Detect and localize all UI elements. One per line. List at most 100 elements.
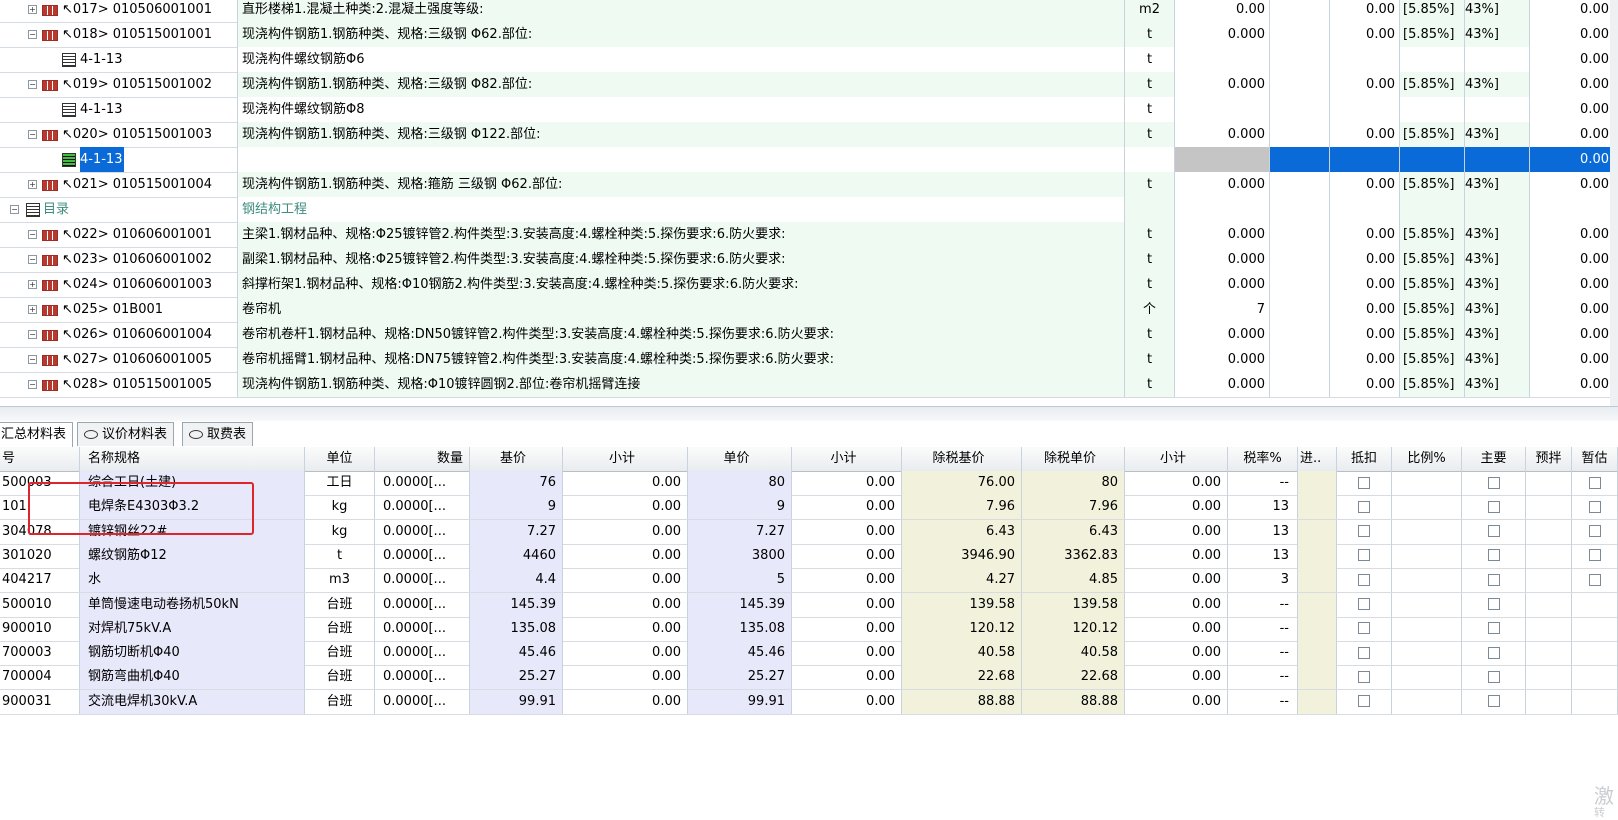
- estimate-checkbox[interactable]: [1588, 525, 1601, 538]
- item-rate-cell[interactable]: [5.85%]: [1400, 72, 1465, 97]
- mat-sub1-cell[interactable]: 0.00: [563, 519, 688, 544]
- mat-ratio-cell[interactable]: [1392, 641, 1462, 666]
- material-row[interactable]: 700003 钢筋切断机Φ40 台班 0.0000[... 45.46 0.00 45.46…: [0, 641, 1618, 667]
- mat-tax-base-cell[interactable]: 3946.90: [902, 543, 1022, 568]
- mat-tax-rate-cell[interactable]: 13: [1228, 495, 1298, 520]
- mat-sub2-cell[interactable]: 0.00: [792, 519, 902, 544]
- main-checkbox[interactable]: [1487, 670, 1500, 683]
- item-qty-cell[interactable]: [1175, 197, 1270, 222]
- mat-sub1-cell[interactable]: 0.00: [563, 543, 688, 568]
- mat-sub1-cell[interactable]: 0.00: [563, 471, 688, 495]
- mat-sub1-cell[interactable]: 0.00: [563, 616, 688, 641]
- item-blank-cell[interactable]: [1270, 0, 1330, 22]
- mat-name-cell[interactable]: 对焊机75kV.A: [80, 616, 305, 641]
- mat-sub1-cell[interactable]: 0.00: [563, 495, 688, 520]
- mat-premix-cell[interactable]: [1526, 641, 1572, 666]
- mat-ratio-cell[interactable]: [1392, 471, 1462, 495]
- item-name-cell[interactable]: 现浇构件螺纹钢筋Φ6: [238, 47, 1125, 72]
- item-last-cell[interactable]: 0.00: [1530, 72, 1618, 97]
- item-blank-cell[interactable]: [1270, 47, 1330, 72]
- mat-tax-rate-cell[interactable]: 13: [1228, 519, 1298, 544]
- mat-sub2-cell[interactable]: 0.00: [792, 471, 902, 495]
- tree-cell[interactable]: + ↖024> 010606001003: [0, 272, 238, 297]
- item-name-cell[interactable]: 现浇构件钢筋1.钢筋种类、规格:三级钢 Φ62.部位:: [238, 22, 1125, 47]
- mat-tax-unit-cell[interactable]: 3362.83: [1022, 543, 1125, 568]
- item-total-cell[interactable]: 0.00: [1330, 122, 1400, 147]
- mat-tax-unit-cell[interactable]: 40.58: [1022, 641, 1125, 666]
- mat-sub3-cell[interactable]: 0.00: [1125, 568, 1228, 593]
- deduct-checkbox[interactable]: [1358, 646, 1370, 659]
- item-last-cell[interactable]: 0.00: [1530, 172, 1618, 197]
- mat-unit-cell[interactable]: kg: [305, 495, 375, 520]
- deduct-checkbox[interactable]: [1358, 476, 1370, 489]
- item-unit-cell[interactable]: t: [1125, 172, 1175, 197]
- mat-premix-cell[interactable]: [1526, 616, 1572, 641]
- mat-premix-cell[interactable]: [1526, 471, 1572, 495]
- item-total-cell[interactable]: 0.00: [1330, 297, 1400, 322]
- mat-qty-cell[interactable]: 0.0000[...: [375, 641, 470, 666]
- item-last-cell[interactable]: 0.00: [1530, 22, 1618, 47]
- estimate-checkbox[interactable]: [1588, 500, 1601, 513]
- item-unit-cell[interactable]: t: [1125, 247, 1175, 272]
- mat-sub3-cell[interactable]: 0.00: [1125, 592, 1228, 617]
- col-subtotal-3[interactable]: 小计: [1125, 447, 1228, 471]
- mat-qty-cell[interactable]: 0.0000[...: [375, 689, 470, 714]
- mat-sub2-cell[interactable]: 0.00: [792, 689, 902, 714]
- tree-cell[interactable]: − ↖026> 010606001004: [0, 322, 238, 347]
- tree-cell[interactable]: − ↖022> 010606001001: [0, 222, 238, 247]
- item-last-cell[interactable]: 0.00: [1530, 247, 1618, 272]
- mat-name-cell[interactable]: 螺纹钢筋Φ12: [80, 543, 305, 568]
- deduct-checkbox[interactable]: [1358, 598, 1370, 610]
- mat-unit-cell[interactable]: t: [305, 543, 375, 568]
- item-last-cell[interactable]: 0.00: [1530, 0, 1618, 22]
- item-name-cell[interactable]: 现浇构件钢筋1.钢筋种类、规格:Φ10镀锌圆钢2.部位:卷帘机摇臂连接: [238, 372, 1125, 397]
- item-rate2-cell[interactable]: 43%]: [1465, 122, 1530, 147]
- estimate-checkbox[interactable]: [1588, 573, 1601, 586]
- mat-qty-cell[interactable]: 0.0000[...: [375, 543, 470, 568]
- tree-cell[interactable]: − 目录: [0, 197, 238, 222]
- item-rate-cell[interactable]: [1400, 147, 1465, 172]
- tree-cell[interactable]: − ↖020> 010515001003: [0, 122, 238, 147]
- item-qty-cell[interactable]: 0.000: [1175, 272, 1270, 297]
- mat-tax-unit-cell[interactable]: 22.68: [1022, 665, 1125, 690]
- mat-tax-rate-cell[interactable]: --: [1228, 471, 1298, 495]
- mat-sub3-cell[interactable]: 0.00: [1125, 665, 1228, 690]
- material-row[interactable]: 404217 水 m3 0.0000[... 4.4 0.00 5 0.00 4.27 4.85 0…: [0, 568, 1618, 594]
- item-rate2-cell[interactable]: 43%]: [1465, 272, 1530, 297]
- expand-toggle-icon[interactable]: −: [28, 380, 37, 389]
- deduct-checkbox[interactable]: [1358, 695, 1370, 708]
- bill-item-row[interactable]: − ↖018> 010515001001 现浇构件钢筋1.钢筋种类、规格:三级钢 Φ…: [0, 22, 1618, 48]
- item-qty-cell[interactable]: 0.00: [1175, 0, 1270, 22]
- mat-base-cell[interactable]: 4460: [470, 543, 563, 568]
- bill-item-row[interactable]: − ↖022> 010606001001 主梁1.钢材品种、规格:Φ25镀锌管2.构…: [0, 222, 1618, 248]
- mat-tax-rate-cell[interactable]: --: [1228, 592, 1298, 617]
- item-qty-cell[interactable]: 0.000: [1175, 122, 1270, 147]
- mat-progress-cell[interactable]: [1298, 616, 1337, 641]
- mat-unit-cell[interactable]: m3: [305, 568, 375, 593]
- mat-sub3-cell[interactable]: 0.00: [1125, 495, 1228, 520]
- expand-toggle-icon[interactable]: −: [28, 80, 37, 89]
- mat-name-cell[interactable]: 交流电焊机30kV.A: [80, 689, 305, 714]
- material-row[interactable]: 500010 单筒慢速电动卷扬机50kN 台班 0.0000[... 145.39 0.0…: [0, 592, 1618, 618]
- tree-cell[interactable]: 4-1-13: [0, 147, 238, 172]
- col-code[interactable]: 号: [0, 447, 80, 471]
- mat-unit-cell[interactable]: 台班: [305, 665, 375, 690]
- mat-sub1-cell[interactable]: 0.00: [563, 568, 688, 593]
- mat-code-cell[interactable]: 900010: [0, 616, 80, 641]
- col-deduct[interactable]: 抵扣: [1337, 447, 1392, 471]
- mat-unit-price-cell[interactable]: 45.46: [688, 641, 792, 666]
- mat-unit-price-cell[interactable]: 25.27: [688, 665, 792, 690]
- main-checkbox[interactable]: [1487, 549, 1500, 562]
- deduct-checkbox[interactable]: [1358, 573, 1370, 586]
- item-total-cell[interactable]: 0.00: [1330, 347, 1400, 372]
- item-name-cell[interactable]: 现浇构件螺纹钢筋Φ12: [238, 147, 1125, 172]
- item-blank-cell[interactable]: [1270, 72, 1330, 97]
- mat-unit-price-cell[interactable]: 80: [688, 471, 792, 495]
- item-last-cell[interactable]: 0.00: [1530, 122, 1618, 147]
- mat-unit-cell[interactable]: 台班: [305, 641, 375, 666]
- item-last-cell[interactable]: 0.00: [1530, 97, 1618, 122]
- main-checkbox[interactable]: [1487, 525, 1500, 538]
- item-rate2-cell[interactable]: 43%]: [1465, 72, 1530, 97]
- item-rate-cell[interactable]: [5.85%]: [1400, 122, 1465, 147]
- col-base-price[interactable]: 基价: [470, 447, 563, 471]
